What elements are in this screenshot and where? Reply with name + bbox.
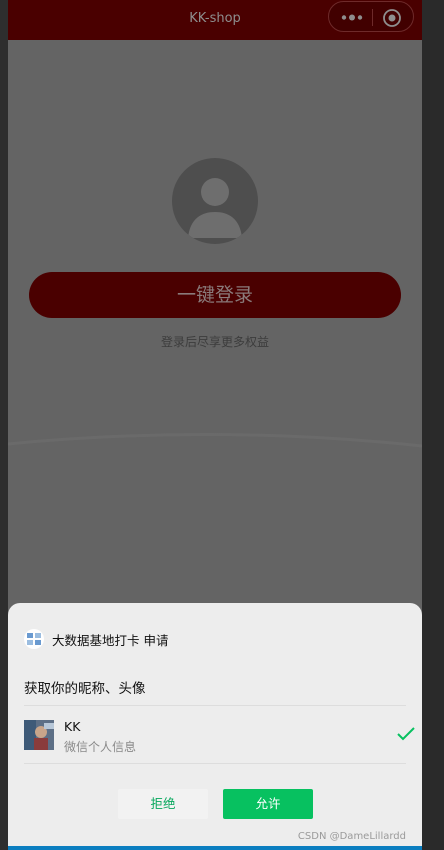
allow-button[interactable]: 允许: [223, 789, 313, 819]
app-logo-icon: [24, 629, 44, 649]
bottom-edge-line: [8, 846, 422, 850]
user-nickname: KK: [64, 719, 81, 734]
watermark: CSDN @DameLillardd: [297, 831, 406, 842]
authorization-sheet: 大数据基地打卡 申请 获取你的昵称、头像 KK 微信个人信息 拒绝 允许 CSD…: [8, 603, 422, 850]
user-info-label: 微信个人信息: [64, 740, 137, 754]
app-header: 大数据基地打卡 申请: [24, 629, 168, 649]
capsule-divider: [372, 9, 373, 26]
permission-scope-text: 获取你的昵称、头像: [24, 681, 146, 697]
app-name: 大数据基地打卡 申请: [52, 632, 169, 648]
one-click-login-button[interactable]: 一键登录: [29, 272, 401, 318]
checkmark-icon: [396, 726, 416, 742]
login-hint-text: 登录后尽享更多权益: [160, 335, 269, 349]
window-edge: [422, 0, 444, 850]
divider-top: [24, 705, 406, 706]
more-icon[interactable]: [339, 9, 365, 26]
reject-button[interactable]: 拒绝: [118, 789, 208, 819]
default-avatar-icon: [172, 158, 258, 244]
navbar: KK-shop: [8, 0, 422, 40]
divider-bottom: [24, 763, 406, 764]
close-miniprogram-icon[interactable]: [382, 8, 402, 28]
user-info-option[interactable]: KK 微信个人信息: [24, 719, 415, 757]
capsule-menu: [328, 1, 414, 32]
background-wave: [8, 432, 422, 448]
user-avatar: [24, 720, 54, 750]
